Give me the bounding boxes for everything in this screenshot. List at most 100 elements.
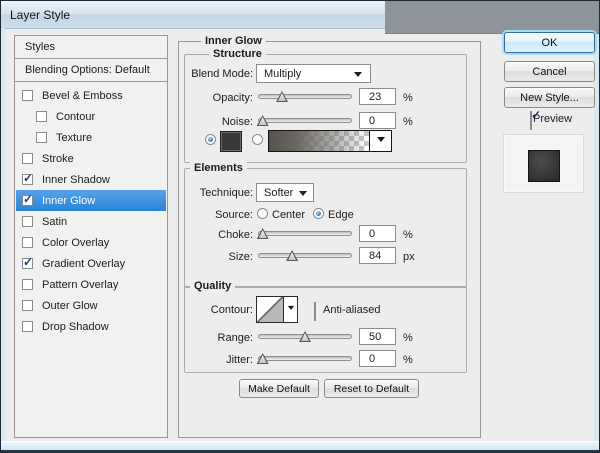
- size-value: 84: [369, 250, 381, 262]
- title-bar[interactable]: Layer Style: [1, 1, 385, 29]
- anti-aliased-checkbox[interactable]: [314, 302, 316, 321]
- chevron-down-icon: [287, 306, 293, 313]
- noise-slider[interactable]: [258, 118, 352, 123]
- range-label: Range:: [141, 332, 253, 344]
- preview-label[interactable]: Preview: [533, 113, 572, 125]
- opacity-value: 23: [369, 91, 381, 103]
- sidebar-item-label: Bevel & Emboss: [42, 90, 123, 102]
- noise-label: Noise:: [141, 116, 253, 128]
- blend-mode-label: Blend Mode:: [141, 68, 253, 80]
- inner-shadow-checkbox[interactable]: [22, 174, 33, 185]
- sidebar-item-label: Texture: [56, 132, 92, 144]
- window-title: Layer Style: [10, 8, 70, 22]
- sidebar-item-label: Contour: [56, 111, 95, 123]
- elements-group-label: Elements: [190, 162, 247, 175]
- choke-slider[interactable]: [258, 231, 352, 236]
- gradient-picker[interactable]: [268, 130, 392, 152]
- inner-glow-checkbox[interactable]: [22, 195, 33, 206]
- size-unit: px: [403, 251, 415, 263]
- blend-mode-value: Multiply: [264, 68, 301, 80]
- sidebar-item-stroke[interactable]: Stroke: [16, 148, 166, 169]
- opacity-label: Opacity:: [141, 92, 253, 104]
- anti-aliased-label[interactable]: Anti-aliased: [323, 304, 380, 316]
- gradient-dropdown-button[interactable]: [369, 131, 391, 151]
- chevron-down-icon: [354, 72, 362, 81]
- size-label: Size:: [141, 251, 253, 263]
- range-slider[interactable]: [258, 334, 352, 339]
- cancel-button[interactable]: Cancel: [504, 61, 595, 82]
- source-edge-label[interactable]: Edge: [328, 209, 354, 221]
- sidebar-item-label: Satin: [42, 216, 67, 228]
- sidebar-item-label: Gradient Overlay: [42, 258, 125, 270]
- satin-checkbox[interactable]: [22, 216, 33, 227]
- sidebar-item-label: Drop Shadow: [42, 321, 109, 333]
- noise-unit: %: [403, 116, 413, 128]
- noise-input[interactable]: 0: [359, 112, 396, 129]
- jitter-value: 0: [369, 353, 375, 365]
- technique-select[interactable]: Softer: [256, 183, 314, 202]
- sidebar-item-label: Stroke: [42, 153, 74, 165]
- source-center-radio[interactable]: [257, 208, 268, 219]
- panel-title: Inner Glow: [201, 35, 266, 48]
- size-slider[interactable]: [258, 253, 352, 258]
- sidebar-item-label: Pattern Overlay: [42, 279, 118, 291]
- bevel-emboss-checkbox[interactable]: [22, 90, 33, 101]
- technique-label: Technique:: [141, 187, 253, 199]
- technique-value: Softer: [264, 187, 293, 199]
- choke-input[interactable]: 0: [359, 225, 396, 242]
- app-background: [385, 1, 600, 34]
- blending-options-label: Blending Options: Default: [25, 64, 150, 76]
- ok-button[interactable]: OK: [504, 32, 595, 53]
- sidebar-item-pattern-overlay[interactable]: Pattern Overlay: [16, 274, 166, 295]
- jitter-unit: %: [403, 354, 413, 366]
- range-unit: %: [403, 332, 413, 344]
- chevron-down-icon: [299, 191, 307, 200]
- opacity-input[interactable]: 23: [359, 88, 396, 105]
- jitter-label: Jitter:: [141, 354, 253, 366]
- styles-header: Styles: [14, 35, 168, 59]
- source-edge-radio[interactable]: [313, 208, 324, 219]
- glow-color-swatch[interactable]: [220, 131, 242, 152]
- layer-style-dialog: Layer Style Styles Blending Options: Def…: [0, 0, 600, 453]
- gradient-overlay-checkbox[interactable]: [22, 258, 33, 269]
- outer-glow-checkbox[interactable]: [22, 300, 33, 311]
- sidebar-item-texture[interactable]: Texture: [16, 127, 166, 148]
- chevron-down-icon: [377, 137, 385, 146]
- contour-thumbnail[interactable]: [256, 296, 284, 323]
- drop-shadow-checkbox[interactable]: [22, 321, 33, 332]
- size-input[interactable]: 84: [359, 247, 396, 264]
- reset-to-default-button[interactable]: Reset to Default: [324, 379, 419, 398]
- sidebar-item-label: Color Overlay: [42, 237, 109, 249]
- source-center-label[interactable]: Center: [272, 209, 305, 221]
- source-label: Source:: [141, 209, 253, 221]
- jitter-slider[interactable]: [258, 356, 352, 361]
- choke-label: Choke:: [141, 229, 253, 241]
- color-overlay-checkbox[interactable]: [22, 237, 33, 248]
- preview-swatch: [528, 150, 560, 182]
- new-style-button[interactable]: New Style...: [504, 87, 595, 108]
- jitter-input[interactable]: 0: [359, 350, 396, 367]
- contour-label: Contour:: [141, 304, 253, 316]
- sidebar-item-label: Inner Shadow: [42, 174, 110, 186]
- blend-mode-select[interactable]: Multiply: [256, 64, 371, 83]
- structure-group-label: Structure: [209, 48, 266, 61]
- sidebar-item-label: Outer Glow: [42, 300, 98, 312]
- gradient-radio[interactable]: [252, 134, 263, 145]
- pattern-overlay-checkbox[interactable]: [22, 279, 33, 290]
- preview-checkbox[interactable]: [530, 111, 532, 130]
- range-input[interactable]: 50: [359, 328, 396, 345]
- elements-group: [184, 168, 467, 288]
- quality-group-label: Quality: [190, 280, 235, 293]
- solid-color-radio[interactable]: [205, 134, 216, 145]
- noise-value: 0: [369, 115, 375, 127]
- choke-value: 0: [369, 228, 375, 240]
- contour-dropdown-button[interactable]: [283, 296, 298, 323]
- texture-checkbox[interactable]: [36, 132, 47, 143]
- stroke-checkbox[interactable]: [22, 153, 33, 164]
- choke-unit: %: [403, 229, 413, 241]
- contour-checkbox[interactable]: [36, 111, 47, 122]
- sidebar-item-label: Inner Glow: [42, 195, 95, 207]
- make-default-button[interactable]: Make Default: [239, 379, 319, 398]
- opacity-slider[interactable]: [258, 94, 352, 99]
- window-edge-left: [1, 28, 5, 452]
